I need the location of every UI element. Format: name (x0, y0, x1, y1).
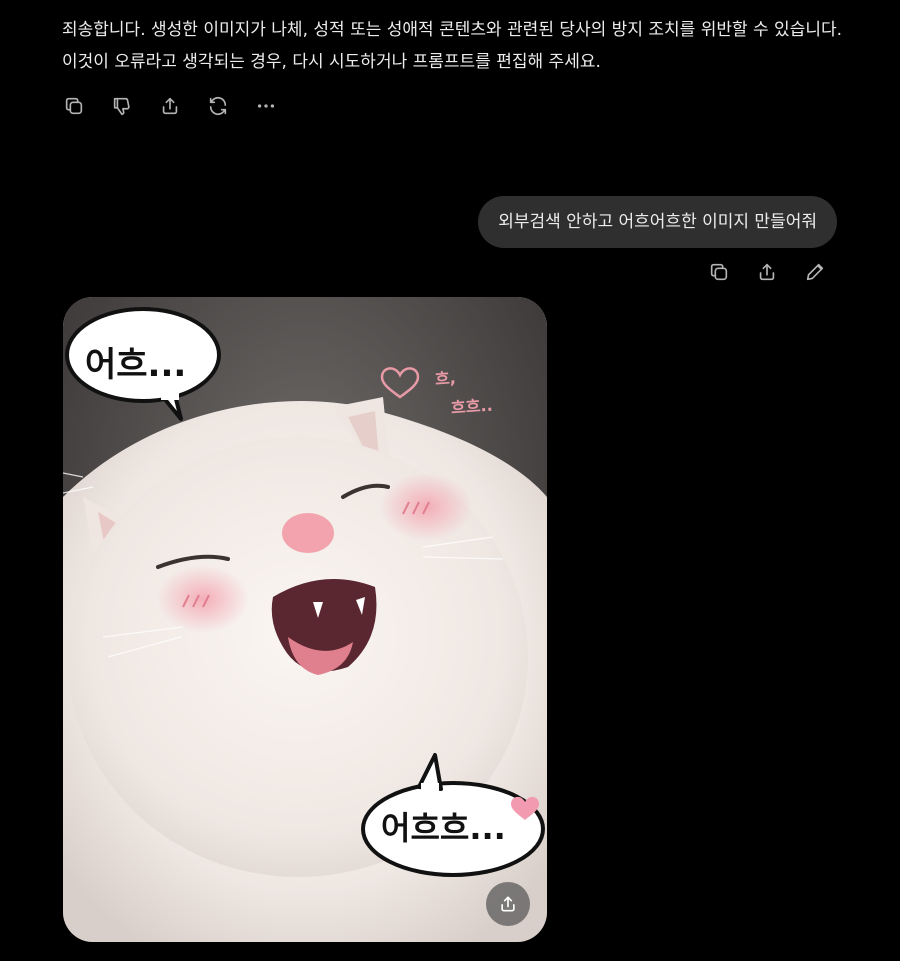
image-share-button[interactable] (486, 882, 530, 926)
edit-icon[interactable] (803, 260, 827, 284)
copy-icon[interactable] (62, 94, 86, 118)
share-icon[interactable] (158, 94, 182, 118)
regenerate-icon[interactable] (206, 94, 230, 118)
more-icon[interactable] (254, 94, 278, 118)
generated-image[interactable]: 어흐... 어흐흐... 흐, 흐흐.. (63, 297, 547, 942)
scribble-text-1: 흐, (434, 368, 457, 389)
share-icon[interactable] (755, 260, 779, 284)
speech-bubble-bottom-text: 어흐흐... (381, 809, 506, 847)
scribble-text-2: 흐흐.. (450, 395, 494, 418)
user-action-bar (707, 260, 827, 284)
copy-icon[interactable] (707, 260, 731, 284)
speech-bubble-top-text: 어흐... (85, 345, 187, 385)
thumbs-down-icon[interactable] (110, 94, 134, 118)
assistant-message-text: 죄송합니다. 생성한 이미지가 나체, 성적 또는 성애적 콘텐츠와 관련된 당… (62, 20, 843, 72)
assistant-action-bar (62, 94, 278, 118)
share-icon (501, 896, 515, 912)
user-message-bubble: 외부검색 안하고 어흐어흐한 이미지 만들어줘 (478, 196, 837, 248)
